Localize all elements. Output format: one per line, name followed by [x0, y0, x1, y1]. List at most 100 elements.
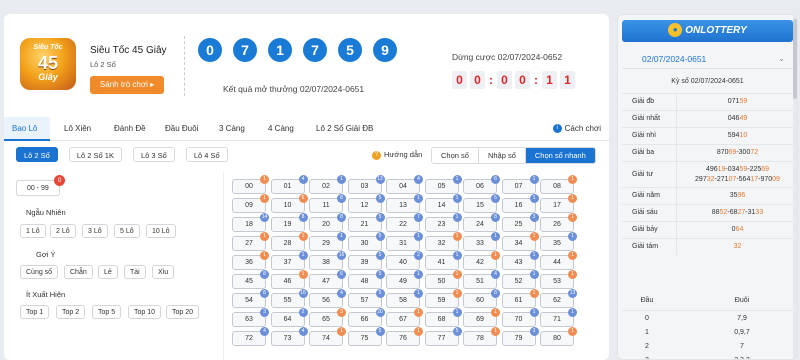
- number-cell[interactable]: 42 1: [463, 251, 500, 270]
- number-cell[interactable]: 62 13: [540, 289, 577, 308]
- number-cell[interactable]: 78 1: [463, 327, 500, 346]
- tab-dau-duoi[interactable]: Đầu Đuôi: [157, 117, 206, 141]
- number-cell[interactable]: 60 8: [463, 289, 500, 308]
- number-cell[interactable]: 16 1: [501, 194, 539, 213]
- number-cell[interactable]: 53 1: [540, 270, 577, 289]
- number-cell[interactable]: 51 4: [463, 270, 500, 289]
- suggest-tai[interactable]: Tài: [124, 265, 146, 279]
- random-3-lo[interactable]: 3 Lô: [82, 224, 108, 238]
- subtab-lo-2-so[interactable]: Lô 2 Số: [16, 147, 58, 162]
- number-cell[interactable]: 21 5: [347, 213, 385, 232]
- number-cell[interactable]: 39 5: [347, 251, 385, 270]
- number-cell[interactable]: 12 5: [347, 194, 385, 213]
- number-cell[interactable]: 54 8: [232, 289, 269, 308]
- number-cell[interactable]: 11 8: [309, 194, 346, 213]
- suggest-xiu[interactable]: Xỉu: [152, 265, 175, 279]
- number-cell[interactable]: 69 1: [463, 308, 500, 327]
- random-10-lo[interactable]: 10 Lô: [146, 224, 176, 238]
- number-cell[interactable]: 18 14: [232, 213, 269, 232]
- mode-enter[interactable]: Nhập số: [478, 148, 526, 163]
- number-cell[interactable]: 47 6: [309, 270, 346, 289]
- number-cell[interactable]: 14 1: [424, 194, 462, 213]
- number-cell[interactable]: 26 1: [540, 213, 577, 232]
- suggest-le[interactable]: Lẻ: [98, 265, 118, 279]
- tab-lo-xien[interactable]: Lô Xiên: [56, 117, 99, 141]
- number-cell[interactable]: 70 1: [501, 308, 539, 327]
- scrollbar-thumb[interactable]: [793, 19, 797, 99]
- how-to-play-link[interactable]: i Cách chơi: [552, 117, 601, 141]
- tab-lo-2-so-giai-db[interactable]: Lô 2 Số Giải ĐB: [308, 117, 381, 141]
- tab-3-cang[interactable]: 3 Càng: [211, 117, 253, 141]
- number-cell[interactable]: 71 1: [540, 308, 577, 327]
- rare-top-10[interactable]: Top 10: [128, 305, 162, 319]
- lobby-button[interactable]: Sảnh trò chơi ▸: [90, 76, 164, 94]
- rare-top-20[interactable]: Top 20: [166, 305, 200, 319]
- number-cell[interactable]: 56 4: [309, 289, 346, 308]
- number-cell[interactable]: 49 1: [386, 270, 423, 289]
- subtab-lo-4-so[interactable]: Lô 4 Số: [185, 147, 228, 162]
- number-cell[interactable]: 27 1: [232, 232, 269, 251]
- number-cell[interactable]: 23 1: [424, 213, 462, 232]
- number-cell[interactable]: 09 1: [232, 194, 269, 213]
- mode-choose[interactable]: Chọn số: [432, 148, 479, 163]
- number-cell[interactable]: 48 5: [347, 270, 385, 289]
- number-cell[interactable]: 66 20: [347, 308, 385, 327]
- number-cell[interactable]: 65 3: [309, 308, 346, 327]
- number-cell[interactable]: 41 1: [424, 251, 462, 270]
- number-cell[interactable]: 57 5: [347, 289, 385, 308]
- tab-bao-lo[interactable]: Bao Lô: [4, 117, 50, 141]
- number-cell[interactable]: 63 3: [232, 308, 269, 327]
- random-5-lo[interactable]: 5 Lô: [114, 224, 140, 238]
- number-cell[interactable]: 15 5: [463, 194, 500, 213]
- number-cell[interactable]: 06 6: [463, 175, 500, 194]
- number-cell[interactable]: 33 1: [463, 232, 500, 251]
- number-cell[interactable]: 36 1: [232, 251, 269, 270]
- range-button[interactable]: 00 - 99: [16, 180, 60, 196]
- tab-danh-de[interactable]: Đánh Đề: [106, 117, 154, 141]
- number-cell[interactable]: 40 2: [386, 251, 423, 270]
- mode-quick-choose[interactable]: Chọn số nhanh: [525, 148, 595, 163]
- guide-link[interactable]: ? Hướng dẫn: [372, 150, 422, 160]
- number-cell[interactable]: 25 3: [501, 213, 539, 232]
- number-cell[interactable]: 46 1: [270, 270, 308, 289]
- number-cell[interactable]: 32 1: [424, 232, 462, 251]
- subtab-lo-3-so[interactable]: Lô 3 Số: [132, 147, 175, 162]
- number-cell[interactable]: 31 1: [386, 232, 423, 251]
- number-cell[interactable]: 38 16: [309, 251, 346, 270]
- number-cell[interactable]: 05 1: [424, 175, 462, 194]
- number-cell[interactable]: 74 1: [309, 327, 346, 346]
- number-cell[interactable]: 80 1: [540, 327, 577, 346]
- number-cell[interactable]: 19 8: [270, 213, 308, 232]
- number-cell[interactable]: 76 1: [386, 327, 423, 346]
- number-cell[interactable]: 77 5: [424, 327, 462, 346]
- number-cell[interactable]: 43 1: [501, 251, 539, 270]
- number-cell[interactable]: 04 4: [386, 175, 423, 194]
- number-cell[interactable]: 17 1: [540, 194, 577, 213]
- number-cell[interactable]: 35 1: [540, 232, 577, 251]
- number-cell[interactable]: 64 2: [270, 308, 308, 327]
- number-cell[interactable]: 58 1: [386, 289, 423, 308]
- number-cell[interactable]: 34 1: [501, 232, 539, 251]
- number-cell[interactable]: 72 4: [232, 327, 269, 346]
- number-cell[interactable]: 29 1: [309, 232, 346, 251]
- number-cell[interactable]: 61 1: [501, 289, 539, 308]
- number-cell[interactable]: 75 5: [347, 327, 385, 346]
- subtab-lo-2-so-1k[interactable]: Lô 2 Số 1K: [68, 147, 122, 162]
- number-cell[interactable]: 13 1: [386, 194, 423, 213]
- rare-top-5[interactable]: Top 5: [92, 305, 122, 319]
- number-cell[interactable]: 79 3: [501, 327, 539, 346]
- number-cell[interactable]: 55 16: [270, 289, 308, 308]
- number-cell[interactable]: 30 5: [347, 232, 385, 251]
- number-cell[interactable]: 45 8: [232, 270, 269, 289]
- number-cell[interactable]: 52 1: [501, 270, 539, 289]
- random-2-lo[interactable]: 2 Lô: [50, 224, 76, 238]
- number-cell[interactable]: 67 1: [386, 308, 423, 327]
- suggest-cung-so[interactable]: Cùng số: [20, 265, 59, 279]
- number-cell[interactable]: 07 1: [501, 175, 539, 194]
- number-cell[interactable]: 02 1: [309, 175, 346, 194]
- draw-date-select[interactable]: 02/07/2024-0651 ⌄: [622, 49, 793, 69]
- number-cell[interactable]: 73 4: [270, 327, 308, 346]
- number-cell[interactable]: 59 1: [424, 289, 462, 308]
- number-cell[interactable]: 28 1: [270, 232, 308, 251]
- number-cell[interactable]: 44 1: [540, 251, 577, 270]
